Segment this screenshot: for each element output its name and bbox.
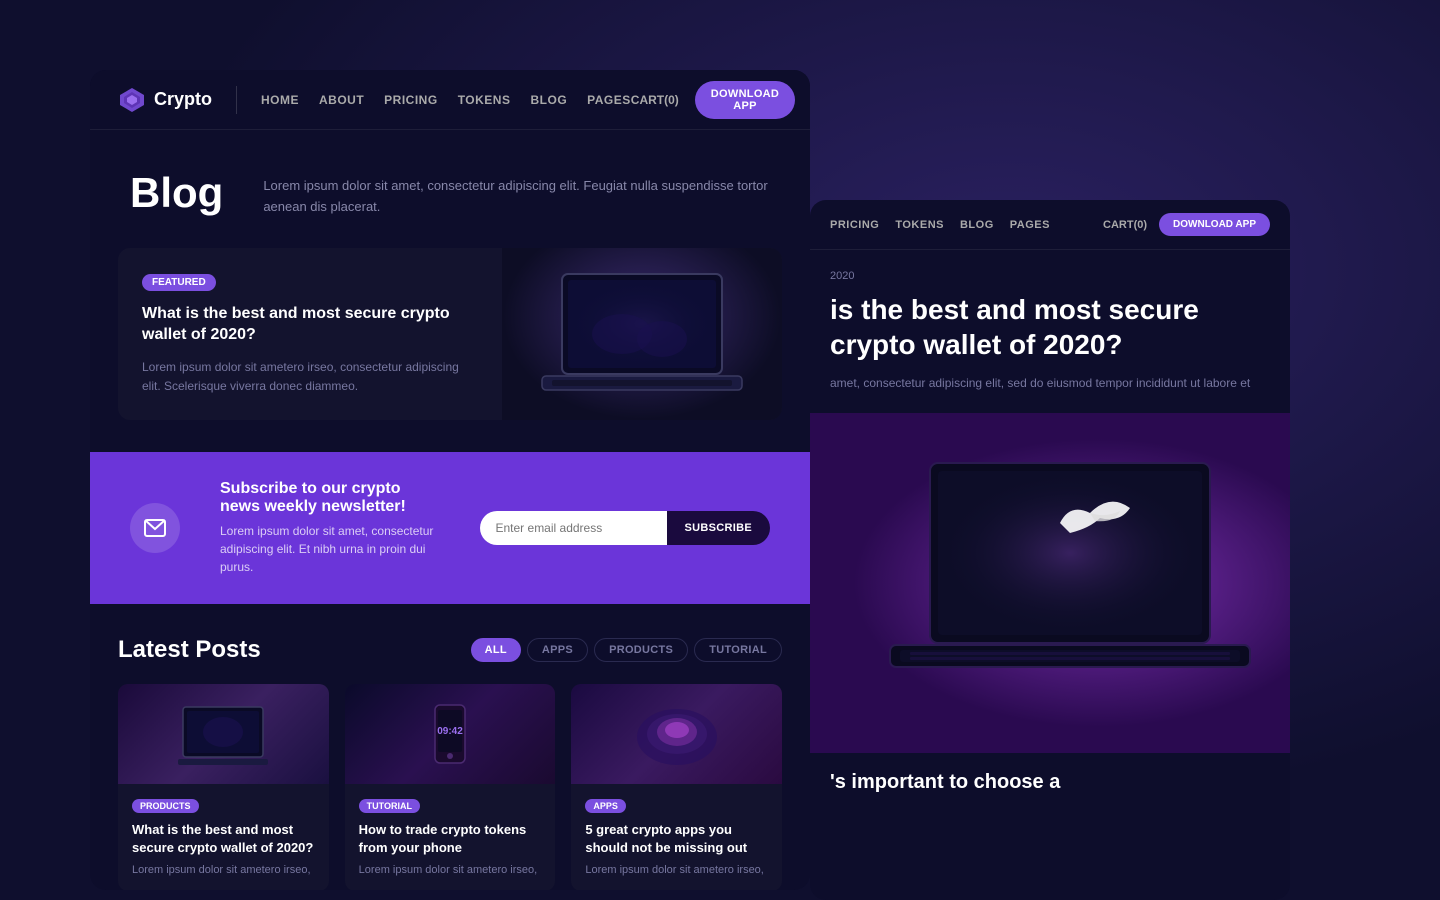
right-article-title: is the best and most secure crypto walle… bbox=[830, 292, 1270, 362]
latest-posts-section: Latest Posts ALL APPS PRODUCTS TUTORIAL bbox=[90, 604, 810, 890]
main-card: Crypto HOME ABOUT PRICING TOKENS BLOG PA… bbox=[90, 70, 810, 890]
right-download-app-button[interactable]: DOWNLOAD APP bbox=[1159, 213, 1270, 236]
bottom-right-title: 's important to choose a bbox=[830, 769, 1270, 795]
post-card-3-image bbox=[571, 684, 782, 784]
bottom-right-section: 's important to choose a bbox=[810, 753, 1290, 811]
newsletter-icon-wrap bbox=[130, 503, 180, 553]
right-date: 2020 bbox=[830, 270, 1270, 282]
post-card-3-title: 5 great crypto apps you should not be mi… bbox=[585, 821, 768, 856]
post-card-3-icon bbox=[627, 702, 727, 767]
filter-tabs: ALL APPS PRODUCTS TUTORIAL bbox=[471, 638, 782, 662]
email-input[interactable] bbox=[480, 511, 667, 545]
nav-tokens[interactable]: TOKENS bbox=[458, 93, 511, 107]
post-card-1-bg bbox=[118, 684, 329, 784]
right-nav-pages[interactable]: PAGES bbox=[1010, 219, 1050, 231]
post-card-3-bg bbox=[571, 684, 782, 784]
newsletter-text-col: Subscribe to our crypto news weekly news… bbox=[220, 480, 440, 576]
post-card-2-excerpt: Lorem ipsum dolor sit ametero irseo, bbox=[359, 862, 542, 879]
filter-products[interactable]: PRODUCTS bbox=[594, 638, 688, 662]
post-card-1-image bbox=[118, 684, 329, 784]
right-nav-tokens[interactable]: TOKENS bbox=[895, 219, 944, 231]
nav-pricing[interactable]: PRICING bbox=[384, 93, 438, 107]
post-card-2-icon: 09:42 bbox=[420, 702, 480, 767]
featured-post: FEATURED What is the best and most secur… bbox=[118, 248, 782, 421]
post-card-1-body: PRODUCTS What is the best and most secur… bbox=[118, 784, 329, 890]
blog-description: Lorem ipsum dolor sit amet, consectetur … bbox=[263, 176, 770, 218]
featured-badge: FEATURED bbox=[142, 274, 216, 291]
featured-image-inner bbox=[502, 248, 782, 421]
right-laptop-illustration bbox=[870, 433, 1270, 733]
post-cards: PRODUCTS What is the best and most secur… bbox=[118, 684, 782, 890]
filter-apps[interactable]: APPS bbox=[527, 638, 588, 662]
nav-blog[interactable]: BLOG bbox=[530, 93, 567, 107]
right-navbar: PRICING TOKENS BLOG PAGES CART(0) DOWNLO… bbox=[810, 200, 1290, 250]
right-cart-label[interactable]: CART(0) bbox=[1103, 219, 1147, 231]
post-card-3-badge: APPS bbox=[585, 799, 626, 813]
newsletter-section: Subscribe to our crypto news weekly news… bbox=[90, 452, 810, 604]
featured-content: FEATURED What is the best and most secur… bbox=[118, 248, 502, 421]
email-icon bbox=[143, 516, 167, 540]
right-nav-links: PRICING TOKENS BLOG PAGES bbox=[830, 219, 1103, 231]
post-card-2-image: 09:42 bbox=[345, 684, 556, 784]
filter-tutorial[interactable]: TUTORIAL bbox=[694, 638, 782, 662]
post-card-3-body: APPS 5 great crypto apps you should not … bbox=[571, 784, 782, 890]
post-card-1-excerpt: Lorem ipsum dolor sit ametero irseo, bbox=[132, 862, 315, 879]
blog-desc-col: Lorem ipsum dolor sit amet, consectetur … bbox=[263, 170, 770, 218]
newsletter-description: Lorem ipsum dolor sit amet, consectetur … bbox=[220, 522, 440, 576]
right-article-excerpt: amet, consectetur adipiscing elit, sed d… bbox=[830, 374, 1270, 393]
post-card-1-icon bbox=[173, 702, 273, 767]
subscribe-button[interactable]: SUBSCRIBE bbox=[667, 511, 771, 545]
post-card-3-excerpt: Lorem ipsum dolor sit ametero irseo, bbox=[585, 862, 768, 879]
nav-links: HOME ABOUT PRICING TOKENS BLOG PAGES bbox=[261, 93, 631, 107]
right-nav-right: CART(0) DOWNLOAD APP bbox=[1103, 213, 1270, 236]
right-nav-blog[interactable]: BLOG bbox=[960, 219, 994, 231]
right-nav-pricing[interactable]: PRICING bbox=[830, 219, 879, 231]
latest-posts-header: Latest Posts ALL APPS PRODUCTS TUTORIAL bbox=[118, 636, 782, 664]
newsletter-form: SUBSCRIBE bbox=[480, 511, 771, 545]
svg-text:09:42: 09:42 bbox=[437, 726, 463, 737]
post-card-2[interactable]: 09:42 TUTORIAL How to trade crypto token… bbox=[345, 684, 556, 890]
right-large-img-inner bbox=[810, 413, 1290, 753]
right-large-image bbox=[810, 413, 1290, 753]
post-card-2-bg: 09:42 bbox=[345, 684, 556, 784]
post-card-1-badge: PRODUCTS bbox=[132, 799, 199, 813]
nav-about[interactable]: ABOUT bbox=[319, 93, 364, 107]
filter-all[interactable]: ALL bbox=[471, 638, 521, 662]
laptop-illustration bbox=[532, 264, 752, 404]
brand-name: Crypto bbox=[154, 89, 212, 110]
latest-posts-title: Latest Posts bbox=[118, 636, 261, 664]
featured-image bbox=[502, 248, 782, 421]
logo-icon bbox=[118, 86, 146, 114]
featured-excerpt: Lorem ipsum dolor sit ametero irseo, con… bbox=[142, 358, 478, 396]
navbar: Crypto HOME ABOUT PRICING TOKENS BLOG PA… bbox=[90, 70, 810, 130]
nav-pages[interactable]: PAGES bbox=[587, 93, 631, 107]
blog-title: Blog bbox=[130, 170, 223, 216]
logo-area: Crypto bbox=[118, 86, 237, 114]
post-card-2-body: TUTORIAL How to trade crypto tokens from… bbox=[345, 784, 556, 890]
right-content: 2020 is the best and most secure crypto … bbox=[810, 250, 1290, 393]
post-card-1-title: What is the best and most secure crypto … bbox=[132, 821, 315, 856]
blog-title-col: Blog bbox=[130, 170, 223, 218]
right-panel: PRICING TOKENS BLOG PAGES CART(0) DOWNLO… bbox=[810, 200, 1290, 900]
blog-header: Blog Lorem ipsum dolor sit amet, consect… bbox=[90, 130, 810, 248]
nav-right: CART(0) DOWNLOAD APP bbox=[631, 81, 795, 119]
nav-home[interactable]: HOME bbox=[261, 93, 299, 107]
post-card-3[interactable]: APPS 5 great crypto apps you should not … bbox=[571, 684, 782, 890]
newsletter-title: Subscribe to our crypto news weekly news… bbox=[220, 480, 440, 516]
cart-label[interactable]: CART(0) bbox=[631, 93, 679, 107]
post-card-2-title: How to trade crypto tokens from your pho… bbox=[359, 821, 542, 856]
post-card-2-badge: TUTORIAL bbox=[359, 799, 420, 813]
featured-title: What is the best and most secure crypto … bbox=[142, 303, 478, 346]
post-card-1[interactable]: PRODUCTS What is the best and most secur… bbox=[118, 684, 329, 890]
download-app-button[interactable]: DOWNLOAD APP bbox=[695, 81, 795, 119]
